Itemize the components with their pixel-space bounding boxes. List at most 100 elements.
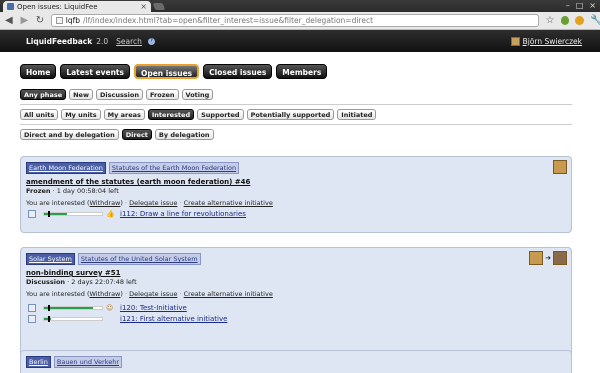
tab-title: Open issues: LiquidFee	[17, 2, 98, 11]
issue-title[interactable]: amendment of the statutes (earth moon fe…	[21, 174, 571, 186]
user-name: Björn Swierczek	[522, 36, 582, 46]
phase-filter: Any phase New Discussion Frozen Voting	[20, 89, 214, 100]
initiative-link[interactable]: i112: Draw a line for revolutionaries	[120, 210, 246, 218]
delegate-issue-link[interactable]: Delegate issue	[129, 290, 177, 298]
filter-all-units[interactable]: All units	[20, 109, 59, 120]
issue-actions: You are interested (Withdraw) · Delegate…	[21, 195, 571, 207]
initiative-row: i121: First alternative initiative	[21, 312, 571, 323]
quorum-marker	[48, 304, 50, 311]
document-icon	[28, 303, 36, 312]
avatar[interactable]	[553, 160, 567, 174]
interest-text: You are interested (	[26, 199, 90, 207]
policy-tag[interactable]: Bauen und Verkehr	[53, 356, 122, 368]
time-left: · 2 days 22:07:48 left	[67, 278, 137, 286]
support-bar	[43, 304, 103, 311]
divider	[20, 124, 572, 125]
search-link[interactable]: Search	[116, 37, 142, 46]
user-menu[interactable]: Björn Swierczek	[510, 36, 582, 46]
new-tab-button[interactable]	[152, 3, 166, 10]
area-tag[interactable]: Berlin	[26, 356, 51, 368]
filter-frozen[interactable]: Frozen	[146, 89, 179, 100]
initiative-row: ☺ i120: Test-Initiative	[21, 301, 571, 312]
avatar-delegate[interactable]	[553, 251, 567, 265]
separator: ·	[179, 290, 182, 298]
filter-my-areas[interactable]: My areas	[103, 109, 145, 120]
issue-title[interactable]: non-binding survey #51	[21, 265, 571, 277]
create-alternative-link[interactable]: Create alternative initiative	[184, 199, 273, 207]
delegation-info	[553, 160, 567, 174]
policy-tag[interactable]: Statutes of the United Solar System	[77, 253, 201, 265]
state-label: Discussion	[26, 278, 66, 286]
favicon-icon	[7, 3, 14, 10]
version: 2.0	[96, 36, 109, 46]
page-icon	[55, 17, 63, 24]
close-window-button[interactable]: ×	[589, 1, 596, 10]
create-alternative-link[interactable]: Create alternative initiative	[184, 290, 273, 298]
filter-interested[interactable]: Interested	[147, 109, 195, 120]
filter-discussion[interactable]: Discussion	[95, 89, 144, 100]
wrench-icon[interactable]: 🔧	[590, 15, 600, 26]
filter-my-units[interactable]: My units	[61, 109, 101, 120]
support-bar	[43, 315, 103, 322]
page-content: LiquidFeedback 2.0 Search ? Björn Swierc…	[0, 30, 600, 373]
browser-toolbar: ◀ ▶ ↻ lqfb/lf/index/index.html?tab=open&…	[0, 12, 600, 30]
main-nav: Home Latest events Open issues Closed is…	[20, 64, 328, 79]
filter-potentially-supported[interactable]: Potentially supported	[246, 109, 335, 120]
quorum-marker	[48, 315, 50, 322]
minimize-button[interactable]: –	[566, 1, 570, 10]
nav-open-issues[interactable]: Open issues	[133, 64, 200, 79]
help-icon[interactable]: ?	[147, 37, 155, 45]
window-controls: – □ ×	[566, 1, 596, 10]
document-icon	[28, 314, 36, 323]
nav-members[interactable]: Members	[276, 64, 328, 79]
browser-tab-bar: Open issues: LiquidFee × – □ ×	[0, 0, 600, 12]
initiative-link[interactable]: i120: Test-Initiative	[120, 304, 187, 312]
nav-latest-events[interactable]: Latest events	[60, 64, 130, 79]
initiative-row: 👍 i112: Draw a line for revolutionaries	[21, 207, 571, 218]
browser-tab[interactable]: Open issues: LiquidFee ×	[3, 1, 151, 12]
issue-state: Discussion · 2 days 22:07:48 left	[21, 277, 571, 286]
filter-new[interactable]: New	[69, 89, 93, 100]
interest-text: You are interested (	[26, 290, 90, 298]
star-icon[interactable]: ☆	[545, 15, 555, 26]
state-label: Frozen	[26, 187, 51, 195]
filter-direct-and-delegation[interactable]: Direct and by delegation	[20, 129, 119, 140]
arrow-right-icon: ➔	[545, 254, 551, 262]
withdraw-link[interactable]: Withdraw	[90, 290, 121, 298]
interest-filter: All units My units My areas Interested S…	[20, 109, 377, 120]
document-icon	[28, 209, 36, 218]
extension-icon-2[interactable]	[575, 16, 585, 25]
person-icon: ☺	[106, 303, 114, 312]
quorum-marker	[48, 210, 50, 217]
issue-card: ➔ Solar System Statutes of the United So…	[20, 247, 572, 364]
filter-initiated[interactable]: Initiated	[337, 109, 377, 120]
avatar	[510, 36, 520, 46]
filter-by-delegation[interactable]: By delegation	[154, 129, 214, 140]
separator: ·	[125, 290, 128, 298]
withdraw-link[interactable]: Withdraw	[90, 199, 121, 207]
avatar[interactable]	[529, 251, 544, 265]
nav-closed-issues[interactable]: Closed issues	[203, 64, 273, 79]
tab-close-icon[interactable]: ×	[140, 2, 147, 11]
delegation-filter: Direct and by delegation Direct By deleg…	[20, 129, 214, 140]
issue-card: Berlin Bauen und Verkehr	[20, 350, 572, 373]
nav-home[interactable]: Home	[20, 64, 57, 79]
area-tag[interactable]: Earth Moon Federation	[26, 162, 106, 174]
delegate-issue-link[interactable]: Delegate issue	[129, 199, 177, 207]
back-arrow-icon[interactable]: ◀	[4, 15, 14, 26]
forward-arrow-icon[interactable]: ▶	[20, 15, 30, 26]
address-bar[interactable]: lqfb/lf/index/index.html?tab=open&filter…	[50, 14, 540, 27]
area-tag[interactable]: Solar System	[26, 253, 75, 265]
extension-icon[interactable]	[560, 16, 570, 25]
filter-voting[interactable]: Voting	[181, 89, 214, 100]
logo[interactable]: LiquidFeedback	[26, 37, 92, 46]
reload-icon[interactable]: ↻	[35, 15, 45, 26]
initiative-link[interactable]: i121: First alternative initiative	[120, 315, 227, 323]
maximize-button[interactable]: □	[576, 1, 584, 10]
thumbs-up-icon: 👍	[106, 209, 115, 218]
filter-any-phase[interactable]: Any phase	[20, 89, 67, 100]
filter-supported[interactable]: Supported	[197, 109, 244, 120]
filter-direct[interactable]: Direct	[121, 129, 152, 140]
policy-tag[interactable]: Statutes of the Earth Moon Federation	[108, 162, 240, 174]
time-left: · 1 day 00:58:04 left	[52, 187, 119, 195]
